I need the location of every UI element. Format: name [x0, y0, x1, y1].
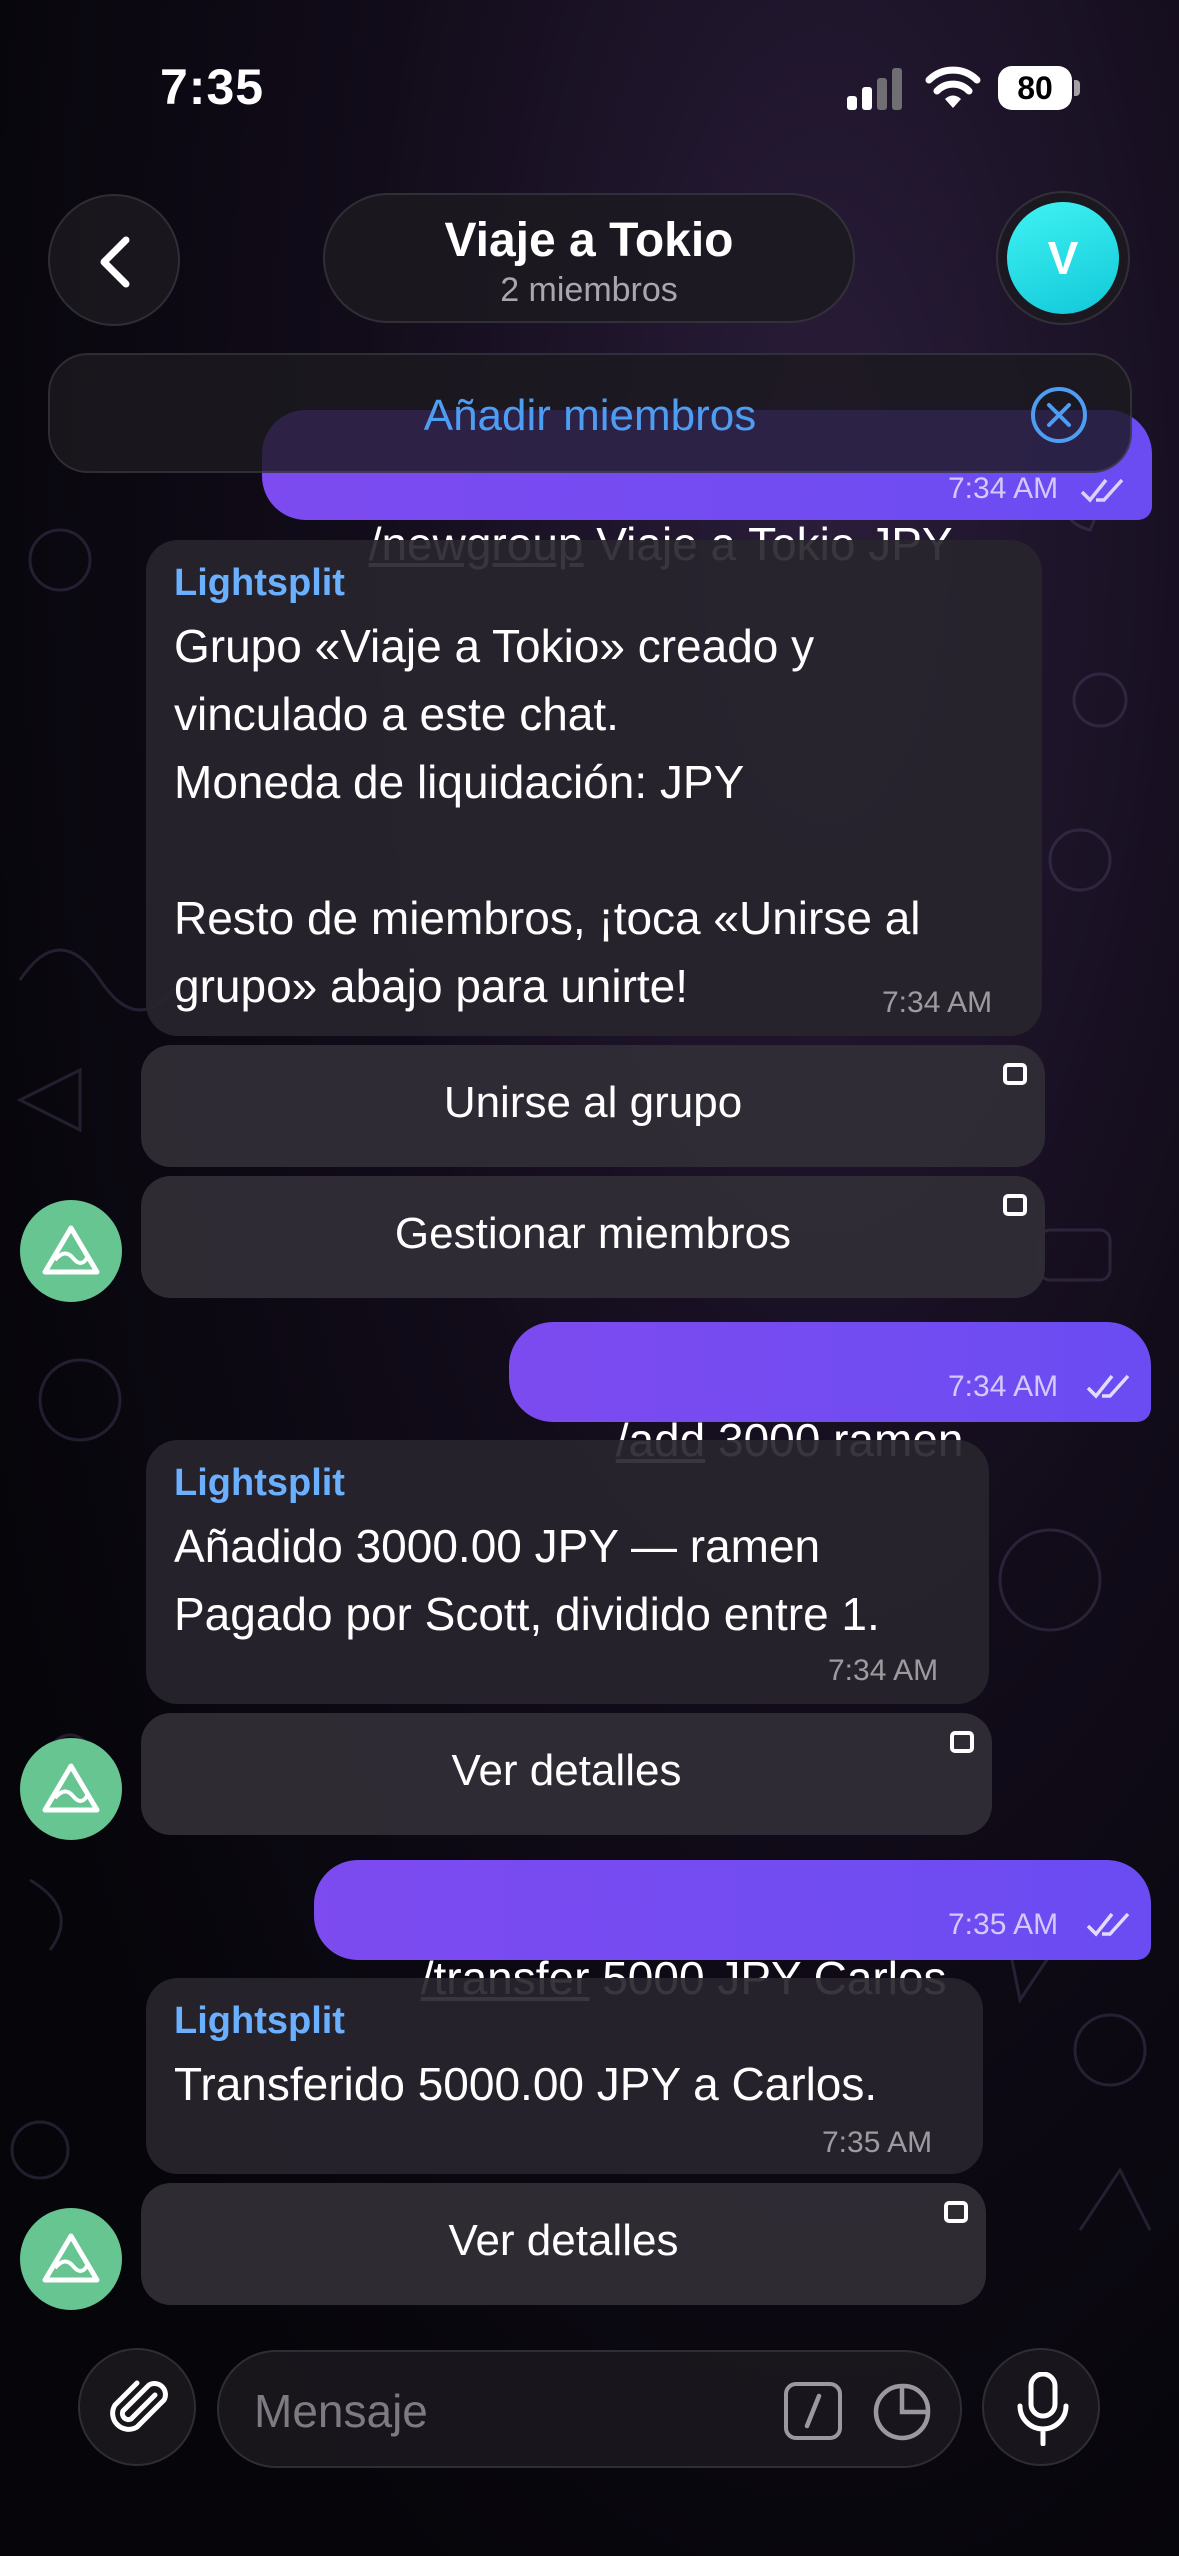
view-details-button[interactable]: Ver detalles [141, 1713, 992, 1835]
chat-title: Viaje a Tokio [444, 214, 734, 267]
message-time: 7:35 AM [822, 2126, 933, 2159]
chat-avatar-button[interactable]: V [996, 191, 1130, 325]
add-members-bar[interactable]: Añadir miembros [48, 353, 1132, 473]
cellular-signal-icon [847, 68, 902, 110]
read-checks-icon [1086, 1374, 1130, 1399]
outgoing-message-transfer[interactable]: /transfer 5000 JPY Carlos 7:35 AM [314, 1860, 1151, 2004]
message-sender: Lightsplit [174, 562, 345, 604]
battery-level: 80 [998, 66, 1072, 110]
incoming-message-transfer[interactable]: Lightsplit Transferido 5000.00 JPY a Car… [146, 1978, 983, 2174]
message-sender: Lightsplit [174, 1462, 345, 1504]
back-button[interactable] [48, 194, 180, 326]
battery-icon: 80 [998, 66, 1080, 110]
inline-button-icon [1003, 1063, 1027, 1085]
bot-avatar-icon [42, 1225, 100, 1275]
close-circle-icon[interactable] [1028, 384, 1090, 446]
incoming-message-expense-added[interactable]: Lightsplit Añadido 3000.00 JPY — ramen P… [146, 1440, 989, 1704]
inline-button-icon [950, 1731, 974, 1753]
view-details-button[interactable]: Ver detalles [141, 2183, 986, 2305]
message-line: Moneda de liquidación: JPY [174, 756, 745, 808]
message-time: 7:35 AM [948, 1908, 1059, 1941]
message-line: vinculado a este chat. [174, 688, 619, 740]
message-line: Grupo «Viaje a Tokio» creado y [174, 620, 815, 672]
bot-avatar-icon [42, 1763, 100, 1813]
message-line: grupo» abajo para unirte! [174, 960, 689, 1012]
read-checks-icon [1080, 478, 1124, 503]
mic-icon [1017, 2372, 1069, 2446]
bot-avatar[interactable] [20, 1200, 122, 1302]
bot-avatar[interactable] [20, 1738, 122, 1840]
status-time: 7:35 [160, 59, 265, 115]
outgoing-message-add[interactable]: /add 3000 ramen 7:34 AM [509, 1322, 1151, 1466]
message-time: 7:34 AM [828, 1654, 939, 1687]
bot-avatar-icon [42, 2233, 100, 2283]
read-checks-icon [1086, 1912, 1130, 1937]
message-line: Transferido 5000.00 JPY a Carlos. [174, 2058, 878, 2110]
message-line: Pagado por Scott, dividido entre 1. [174, 1588, 880, 1640]
message-placeholder: Mensaje [254, 2385, 428, 2437]
back-chevron-icon [100, 236, 130, 288]
manage-members-button[interactable]: Gestionar miembros [141, 1176, 1045, 1298]
sticker-icon[interactable] [872, 2382, 932, 2442]
chat-avatar: V [1007, 202, 1119, 314]
incoming-message-group-created[interactable]: Lightsplit Grupo «Viaje a Tokio» creado … [146, 540, 1042, 1036]
chat-screen: 7:35 80 /newgroup Viaje a Tokio JPY 7:34… [0, 0, 1179, 2556]
join-group-button[interactable]: Unirse al grupo [141, 1045, 1045, 1167]
mic-button[interactable] [982, 2348, 1100, 2466]
message-time: 7:34 AM [948, 472, 1059, 505]
inline-button-icon [944, 2201, 968, 2223]
message-line: Añadido 3000.00 JPY — ramen [174, 1520, 821, 1572]
add-members-label: Añadir miembros [423, 391, 757, 440]
chat-title-pill[interactable]: Viaje a Tokio 2 miembros [323, 193, 855, 323]
message-time: 7:34 AM [882, 986, 993, 1019]
status-bar: 7:35 80 [0, 0, 1179, 170]
message-time: 7:34 AM [948, 1370, 1059, 1403]
message-sender: Lightsplit [174, 2000, 345, 2042]
attach-icon [110, 2380, 168, 2432]
wifi-icon [925, 66, 981, 108]
inline-button-icon [1003, 1194, 1027, 1216]
attach-button[interactable] [78, 2348, 196, 2466]
message-input[interactable]: Mensaje [217, 2350, 962, 2468]
chat-member-count: 2 miembros [500, 271, 678, 309]
commands-icon[interactable] [784, 2382, 842, 2440]
bot-avatar[interactable] [20, 2208, 122, 2310]
message-line: Resto de miembros, ¡toca «Unirse al [174, 892, 921, 944]
